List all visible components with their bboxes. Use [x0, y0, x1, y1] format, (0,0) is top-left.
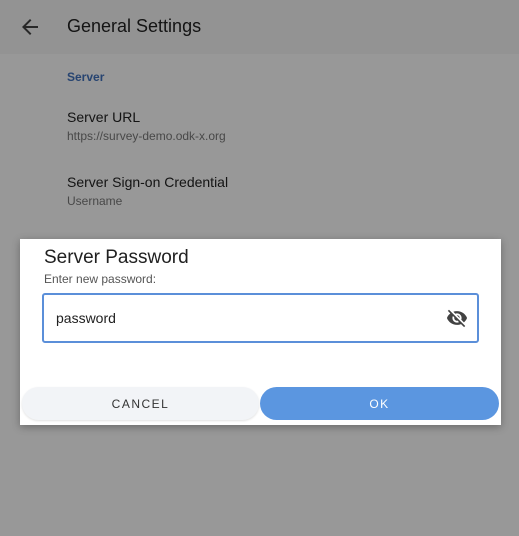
- password-input[interactable]: [56, 295, 426, 341]
- cancel-button[interactable]: CANCEL: [22, 387, 259, 420]
- ok-button[interactable]: OK: [260, 387, 499, 420]
- dialog-message: Enter new password:: [44, 272, 157, 286]
- toggle-password-visibility-button[interactable]: [445, 306, 469, 330]
- eye-off-icon: [446, 309, 468, 328]
- server-password-dialog: Server Password Enter new password: CANC…: [20, 239, 501, 425]
- password-field[interactable]: [42, 293, 479, 343]
- dialog-title: Server Password: [44, 247, 189, 268]
